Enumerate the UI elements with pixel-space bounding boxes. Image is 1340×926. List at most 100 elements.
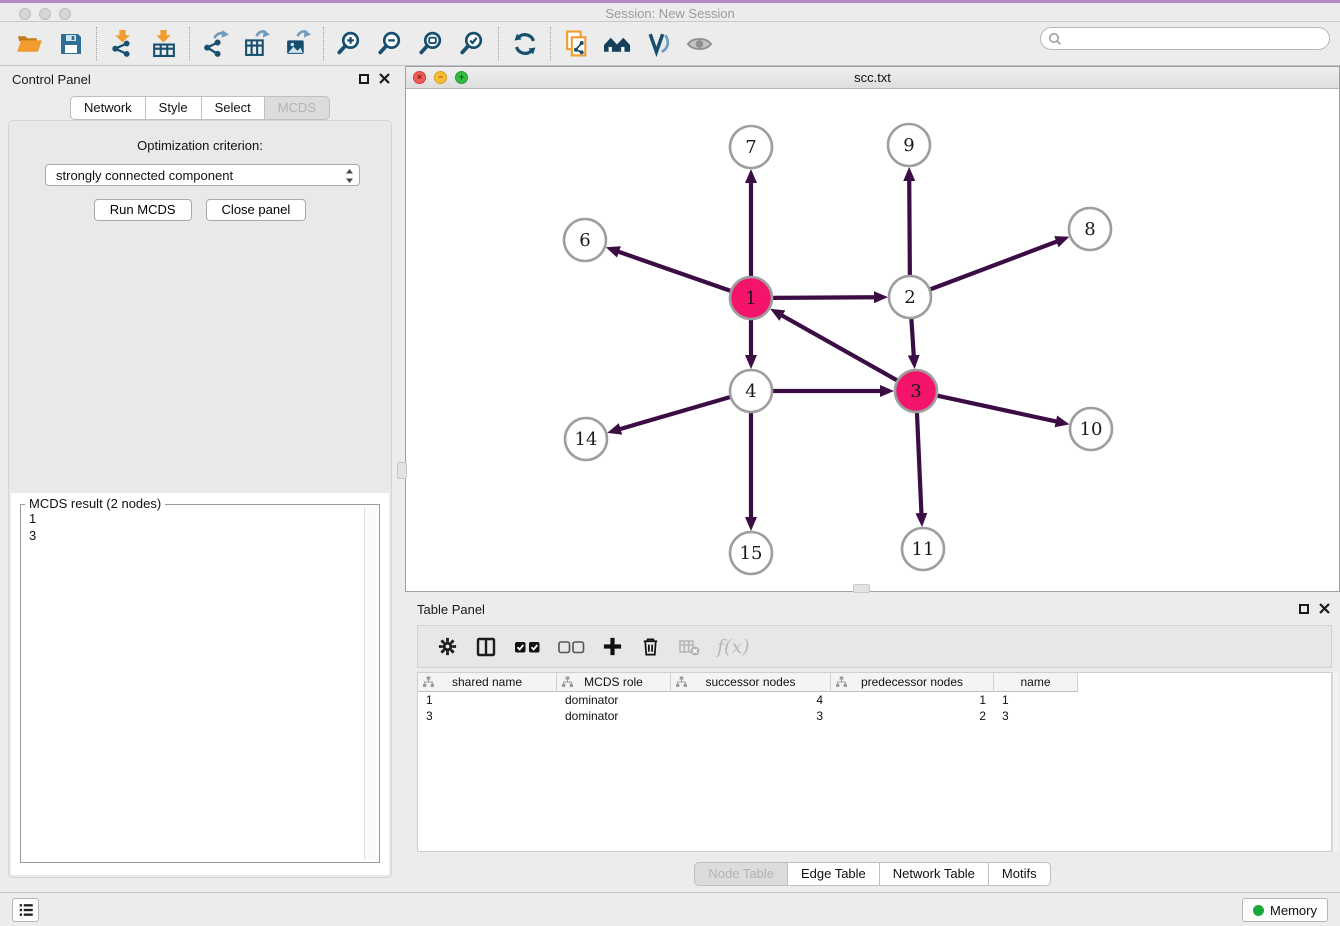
graph-node-14[interactable]: 14 [565, 418, 607, 460]
hide-panels-button[interactable] [686, 30, 713, 57]
close-panel-button[interactable]: Close panel [206, 199, 307, 221]
table-tabs: Node TableEdge TableNetwork TableMotifs [405, 862, 1340, 886]
tab-select[interactable]: Select [201, 96, 265, 120]
graph-edge-2-9[interactable] [909, 179, 910, 275]
table-row[interactable]: 1dominator411 [418, 692, 1331, 708]
table-cell[interactable]: dominator [557, 709, 671, 723]
table-cell[interactable]: 1 [831, 693, 994, 707]
copy-network-button[interactable] [563, 30, 590, 57]
criterion-dropdown[interactable]: strongly connected component [45, 164, 360, 186]
graph-node-11[interactable]: 11 [902, 528, 944, 570]
column-label: name [1020, 675, 1050, 689]
graph-edge-3-11[interactable] [917, 413, 922, 515]
search-input[interactable] [1062, 28, 1329, 49]
graph-node-7[interactable]: 7 [730, 126, 772, 168]
chevron-updown-icon [345, 168, 354, 187]
import-network-button[interactable] [109, 30, 136, 57]
result-scrollbar[interactable] [364, 507, 377, 860]
table-toolbar: f(x) [417, 625, 1332, 668]
graph-edge-2-3[interactable] [911, 319, 913, 357]
table-cell[interactable]: 1 [418, 693, 557, 707]
graph-edge-4-14[interactable] [619, 397, 730, 429]
export-table-button[interactable] [243, 30, 270, 57]
export-network-button[interactable] [202, 30, 229, 57]
tab-edge-table[interactable]: Edge Table [787, 862, 880, 886]
search-field[interactable] [1040, 27, 1330, 50]
export-image-button[interactable] [284, 30, 311, 57]
table-cell[interactable]: 3 [418, 709, 557, 723]
table-cell[interactable]: 2 [831, 709, 994, 723]
network-window-titlebar[interactable]: × − + scc.txt [406, 67, 1339, 89]
table-cell[interactable]: 1 [994, 693, 1078, 707]
select-all-columns-button[interactable] [514, 639, 541, 655]
graph-node-10[interactable]: 10 [1070, 408, 1112, 450]
mcds-result-text: 1 3 [23, 507, 363, 860]
vizmapper-button[interactable] [645, 30, 672, 57]
close-panel-icon[interactable] [1319, 603, 1330, 614]
table-row[interactable]: 3dominator323 [418, 708, 1331, 724]
graph-node-label: 6 [579, 230, 590, 251]
tab-network[interactable]: Network [70, 96, 146, 120]
graph-node-6[interactable]: 6 [564, 219, 606, 261]
graph-node-label: 7 [745, 137, 756, 158]
save-floppy-icon [58, 31, 84, 57]
graph-edge-2-8[interactable] [931, 241, 1059, 289]
zoom-selected-button[interactable] [459, 30, 486, 57]
home-button[interactable] [604, 30, 631, 57]
tab-mcds[interactable]: MCDS [264, 96, 330, 120]
table-cell[interactable]: 3 [671, 709, 831, 723]
maximize-view-icon[interactable]: + [455, 71, 468, 84]
graph-node-2[interactable]: 2 [889, 276, 931, 318]
function-builder-button[interactable]: f(x) [717, 636, 750, 658]
float-panel-icon[interactable] [1299, 604, 1309, 614]
add-column-button[interactable] [602, 636, 623, 657]
run-mcds-button[interactable]: Run MCDS [94, 199, 192, 221]
panel-divider-grip[interactable] [397, 462, 407, 479]
graph-node-4[interactable]: 4 [730, 370, 772, 412]
tab-network-table[interactable]: Network Table [879, 862, 989, 886]
column-header-predecessor-nodes[interactable]: predecessor nodes [831, 673, 994, 692]
column-header-mcds-role[interactable]: MCDS role [557, 673, 671, 692]
graph-edge-1-2[interactable] [773, 297, 876, 298]
memory-label: Memory [1270, 903, 1317, 918]
task-history-button[interactable] [12, 898, 39, 922]
graph-node-9[interactable]: 9 [888, 124, 930, 166]
memory-button[interactable]: Memory [1242, 898, 1328, 922]
table-scrollbar[interactable] [1332, 672, 1339, 852]
horizontal-divider-grip[interactable] [853, 584, 870, 593]
import-table-button[interactable] [150, 30, 177, 57]
tab-node-table[interactable]: Node Table [694, 862, 788, 886]
open-session-button[interactable] [16, 30, 43, 57]
graph-node-8[interactable]: 8 [1069, 208, 1111, 250]
close-panel-icon[interactable] [379, 73, 390, 84]
column-header-successor-nodes[interactable]: successor nodes [671, 673, 831, 692]
minimize-view-icon[interactable]: − [434, 71, 447, 84]
column-header-name[interactable]: name [994, 673, 1078, 692]
column-layout-button[interactable] [475, 636, 497, 658]
graph-node-1[interactable]: 1 [730, 277, 772, 319]
optimization-label: Optimization criterion: [9, 138, 391, 153]
close-view-icon[interactable]: × [413, 71, 426, 84]
table-cell[interactable]: 4 [671, 693, 831, 707]
graph-edge-1-6[interactable] [617, 251, 730, 291]
gear-button[interactable] [437, 636, 458, 657]
table-cell[interactable]: dominator [557, 693, 671, 707]
graph-node-15[interactable]: 15 [730, 532, 772, 574]
save-session-button[interactable] [57, 30, 84, 57]
delete-table-button[interactable] [678, 636, 700, 658]
graph-edge-3-1[interactable] [781, 315, 897, 381]
refresh-view-button[interactable] [511, 30, 538, 57]
tab-style[interactable]: Style [145, 96, 202, 120]
network-canvas[interactable]: 7 9 6 8 1 2 4 3 14 10 15 11 [406, 89, 1339, 591]
zoom-out-button[interactable] [377, 30, 404, 57]
graph-node-3[interactable]: 3 [895, 370, 937, 412]
float-panel-icon[interactable] [359, 74, 369, 84]
delete-column-button[interactable] [640, 636, 661, 657]
zoom-fit-button[interactable] [418, 30, 445, 57]
zoom-in-button[interactable] [336, 30, 363, 57]
table-cell[interactable]: 3 [994, 709, 1078, 723]
deselect-all-columns-button[interactable] [558, 639, 585, 655]
column-header-shared-name[interactable]: shared name [418, 673, 557, 692]
graph-edge-3-10[interactable] [937, 396, 1057, 422]
tab-motifs[interactable]: Motifs [988, 862, 1051, 886]
